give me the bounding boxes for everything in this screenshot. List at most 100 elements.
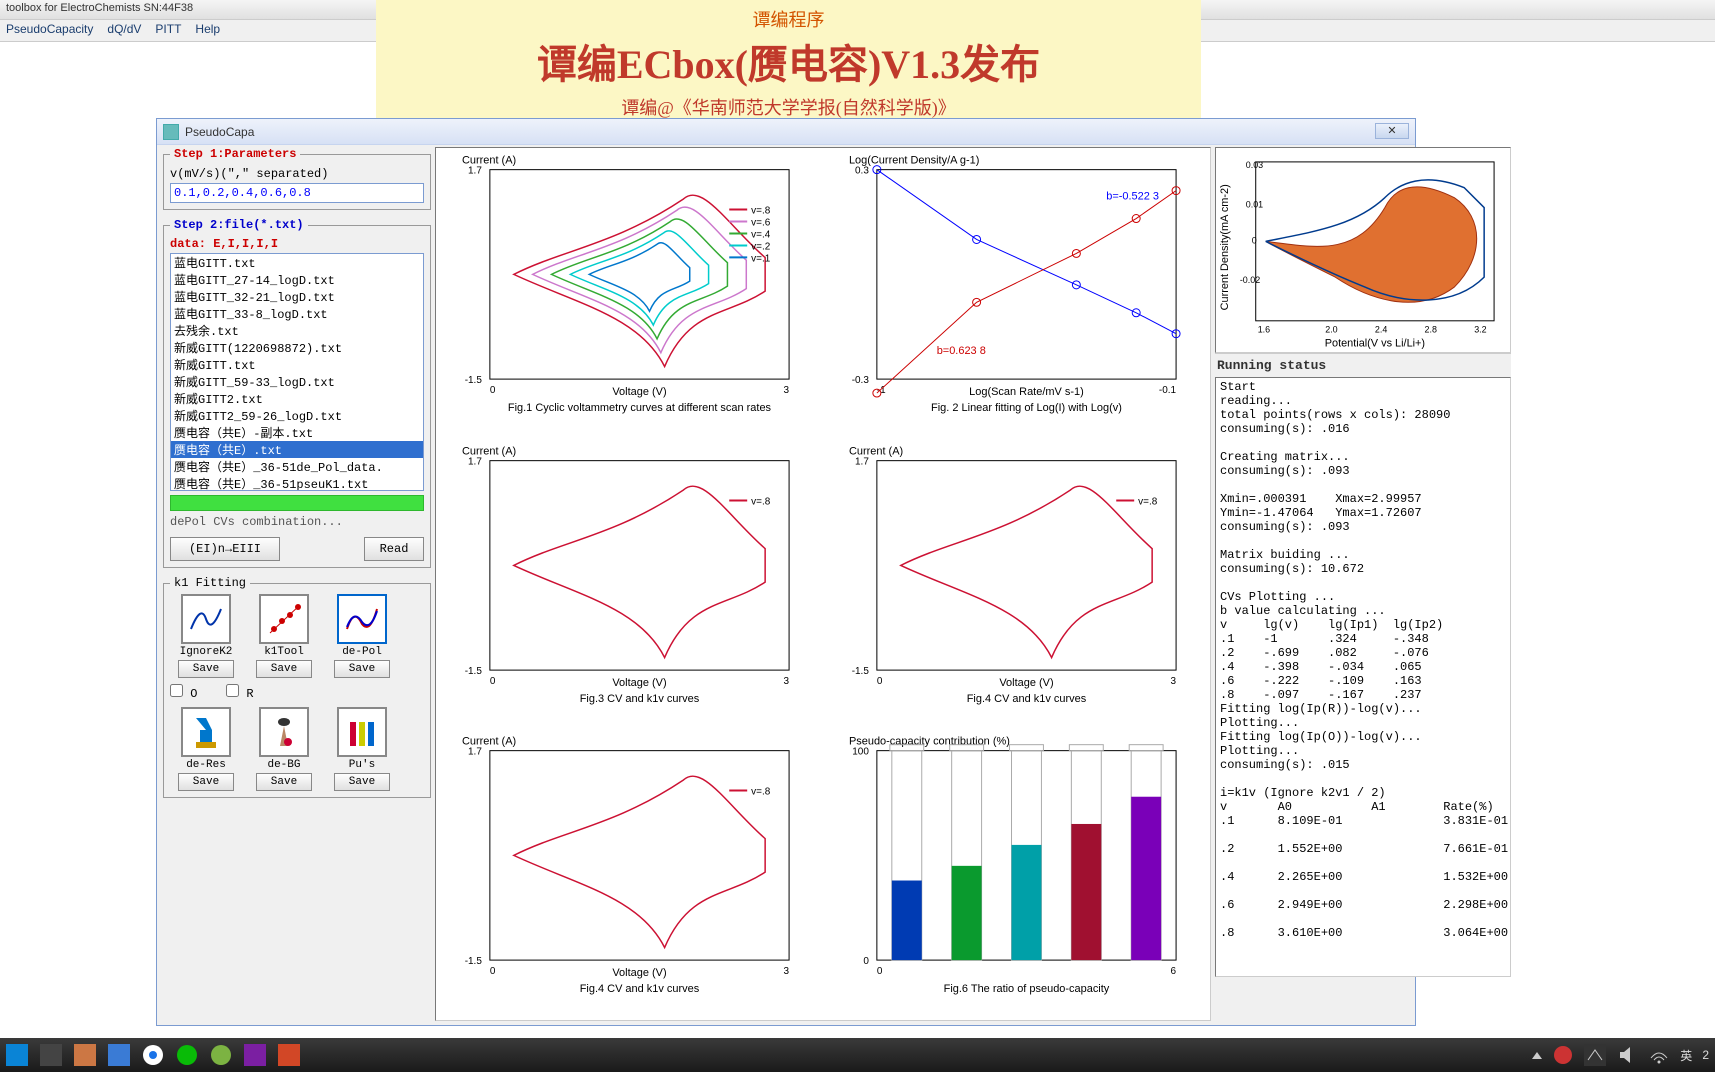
svg-text:Log(Current Density/A g-1): Log(Current Density/A g-1) <box>849 155 979 167</box>
pus-label: Pu's <box>326 759 398 771</box>
volume-icon[interactable] <box>1616 1044 1638 1066</box>
step1-group: Step 1:Parameters v(mV/s)("," separated) <box>163 147 431 210</box>
list-item[interactable]: 新威GITT2_59-26_logD.txt <box>171 407 423 424</box>
start-icon[interactable] <box>6 1044 28 1066</box>
close-button[interactable]: ✕ <box>1375 123 1409 139</box>
menu-help[interactable]: Help <box>195 22 220 39</box>
svg-text:-1.5: -1.5 <box>465 375 483 386</box>
ignorek2-save-button[interactable]: Save <box>178 660 234 678</box>
o-checkbox[interactable] <box>170 684 183 697</box>
list-item[interactable]: 新威GITT(1220698872).txt <box>171 339 423 356</box>
r-checkbox[interactable] <box>226 684 239 697</box>
svg-text:0: 0 <box>863 956 869 967</box>
svg-text:Current (A): Current (A) <box>462 736 516 748</box>
wechat-icon[interactable] <box>176 1044 198 1066</box>
svg-text:Fig.4 CV and k1v curves: Fig.4 CV and k1v curves <box>580 983 700 995</box>
pseudocapa-dialog: PseudoCapa ✕ Step 1:Parameters v(mV/s)("… <box>156 118 1416 1026</box>
list-item[interactable]: 蓝电GITT.txt <box>171 254 423 271</box>
svg-text:Voltage (V): Voltage (V) <box>612 386 666 398</box>
list-item[interactable]: 赝电容（共E）_36-51pseuK1.txt <box>171 475 423 491</box>
k1tool-save-button[interactable]: Save <box>256 660 312 678</box>
svg-text:Fig.4 CV and k1v curves: Fig.4 CV and k1v curves <box>967 693 1087 705</box>
thumb-ylabel: Current Density(mA cm-2) <box>1219 184 1231 310</box>
svg-text:-1.5: -1.5 <box>852 666 870 677</box>
tray-expand-icon[interactable] <box>1532 1052 1542 1059</box>
svg-text:-1.5: -1.5 <box>465 956 483 967</box>
o-label: O <box>190 687 197 701</box>
k1-legend: k1 Fitting <box>170 576 250 590</box>
list-item[interactable]: 新威GITT.txt <box>171 356 423 373</box>
depol-save-button[interactable]: Save <box>334 660 390 678</box>
ignorek2-tool-icon[interactable] <box>181 594 231 644</box>
svg-text:Current (A): Current (A) <box>462 445 516 457</box>
release-banner: 谭编程序 谭编ECbox(赝电容)V1.3发布 谭编@《华南师范大学学报(自然科… <box>376 0 1201 118</box>
list-item[interactable]: 赝电容（共E）.txt <box>171 441 423 458</box>
svg-text:-1: -1 <box>877 385 886 396</box>
debg-save-button[interactable]: Save <box>256 773 312 791</box>
k1tool-icon[interactable] <box>259 594 309 644</box>
app2-icon[interactable] <box>74 1044 96 1066</box>
list-item[interactable]: 新威GITT2.txt <box>171 390 423 407</box>
svg-text:Current (A): Current (A) <box>462 155 516 167</box>
svg-text:1.7: 1.7 <box>468 747 482 758</box>
app3-icon[interactable] <box>210 1044 232 1066</box>
menu-pitt[interactable]: PITT <box>155 22 181 39</box>
data-format-label: data: E,I,I,I,I <box>170 237 278 251</box>
plot-grid: 1.7 -1.5 0 3 Voltage (V) Current (A) Fig.1 Cyc… <box>435 147 1211 1021</box>
ime-num[interactable]: 2 <box>1702 1048 1709 1062</box>
list-item[interactable]: 蓝电GITT_32-21_logD.txt <box>171 288 423 305</box>
plot-5: 1.7-1.503Voltage (V)Current (A)Fig.4 CV … <box>436 729 823 1020</box>
list-item[interactable]: 去残余.txt <box>171 322 423 339</box>
menu-pseudocapacity[interactable]: PseudoCapacity <box>6 22 93 39</box>
plot-2: 0.3-0.3-1-0.1Log(Scan Rate/mV s-1)Log(Cu… <box>823 148 1210 439</box>
list-item[interactable]: 蓝电GITT_33-8_logD.txt <box>171 305 423 322</box>
pus-save-button[interactable]: Save <box>334 773 390 791</box>
app4-icon[interactable] <box>244 1044 266 1066</box>
progress-bar <box>170 495 424 511</box>
tray-icon-2[interactable] <box>1584 1044 1606 1066</box>
deres-tool-icon[interactable] <box>181 707 231 757</box>
k1-fitting-group: k1 Fitting IgnoreK2 Save k1Tool Save de-… <box>163 576 431 798</box>
scanrates-input[interactable] <box>170 183 424 203</box>
svg-text:0: 0 <box>490 385 496 396</box>
log-textarea[interactable]: Start reading... total points(rows x col… <box>1215 377 1511 977</box>
svg-text:1.7: 1.7 <box>468 166 482 177</box>
list-item[interactable]: 赝电容（共E）-副本.txt <box>171 424 423 441</box>
dialog-titlebar[interactable]: PseudoCapa ✕ <box>157 119 1415 145</box>
banner-line3: 谭编@《华南师范大学学报(自然科学版)》 <box>376 94 1201 120</box>
ei-to-eiii-button[interactable]: (EI)n→EIII <box>170 537 280 561</box>
svg-text:Fig. 2 Linear fitting of Log(: Fig. 2 Linear fitting of Log(I) with Log… <box>931 402 1122 414</box>
chrome-icon[interactable] <box>142 1044 164 1066</box>
debg-label: de-BG <box>248 759 320 771</box>
debg-tool-icon[interactable] <box>259 707 309 757</box>
deres-save-button[interactable]: Save <box>178 773 234 791</box>
list-item[interactable]: 蓝电GITT_27-14_logD.txt <box>171 271 423 288</box>
explorer-icon[interactable] <box>108 1044 130 1066</box>
svg-text:1.6: 1.6 <box>1258 325 1270 335</box>
depol-tool-icon[interactable] <box>337 594 387 644</box>
list-item[interactable]: 新威GITT_59-33_logD.txt <box>171 373 423 390</box>
svg-text:Fig.1 Cyclic voltammetry curv: Fig.1 Cyclic voltammetry curves at diffe… <box>508 402 772 414</box>
ignorek2-label: IgnoreK2 <box>170 646 242 658</box>
svg-text:0: 0 <box>490 676 496 687</box>
ppt-icon[interactable] <box>278 1044 300 1066</box>
svg-text:0: 0 <box>490 966 496 977</box>
menu-dqdv[interactable]: dQ/dV <box>107 22 141 39</box>
svg-text:v=.8: v=.8 <box>1138 496 1158 507</box>
app1-icon[interactable] <box>40 1044 62 1066</box>
list-item[interactable]: 赝电容（共E）_36-51de_Pol_data. <box>171 458 423 475</box>
read-button[interactable]: Read <box>364 537 424 561</box>
svg-text:2.4: 2.4 <box>1375 325 1387 335</box>
svg-text:0: 0 <box>877 676 883 687</box>
tray-icon-1[interactable] <box>1552 1044 1574 1066</box>
pus-tool-icon[interactable] <box>337 707 387 757</box>
svg-text:2.8: 2.8 <box>1425 325 1437 335</box>
wifi-icon[interactable] <box>1648 1044 1670 1066</box>
thumbnail-plot: Potential(V vs Li/Li+) Current Density(m… <box>1215 147 1511 353</box>
step2-group: Step 2:file(*.txt) data: E,I,I,I,I 蓝电GIT… <box>163 218 431 568</box>
svg-text:3: 3 <box>784 385 790 396</box>
svg-text:v=.8: v=.8 <box>751 496 771 507</box>
ime-lang[interactable]: 英 <box>1680 1047 1692 1064</box>
svg-text:0.03: 0.03 <box>1246 160 1263 170</box>
file-listbox[interactable]: 蓝电GITT.txt蓝电GITT_27-14_logD.txt蓝电GITT_32… <box>170 253 424 491</box>
